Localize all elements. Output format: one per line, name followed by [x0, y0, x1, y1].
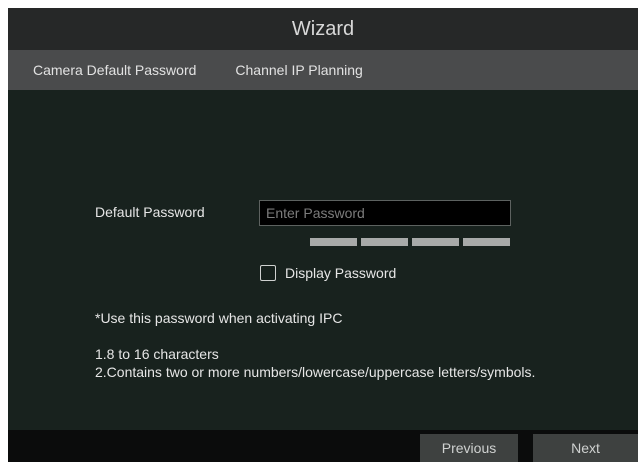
default-password-input[interactable] — [259, 200, 511, 226]
wizard-footer: Previous Next — [8, 430, 638, 462]
password-strength-meter — [310, 238, 510, 246]
display-password-checkbox[interactable] — [260, 265, 276, 281]
previous-button[interactable]: Previous — [420, 434, 518, 462]
step-camera-default-password[interactable]: Camera Default Password — [33, 62, 196, 78]
strength-segment — [412, 238, 459, 246]
default-password-label: Default Password — [95, 204, 205, 220]
activation-note: *Use this password when activating IPC — [95, 310, 343, 326]
next-button[interactable]: Next — [533, 434, 638, 462]
step-channel-ip-planning[interactable]: Channel IP Planning — [235, 62, 362, 78]
password-rule-length: 1.8 to 16 characters — [95, 346, 219, 362]
title-bar: Wizard — [8, 8, 638, 50]
strength-segment — [310, 238, 357, 246]
display-password-label[interactable]: Display Password — [285, 265, 396, 281]
window-title: Wizard — [291, 17, 355, 40]
wizard-content: Default Password Display Password *Use t… — [8, 90, 638, 430]
wizard-steps: Camera Default Password Channel IP Plann… — [8, 50, 638, 90]
strength-segment — [463, 238, 510, 246]
wizard-window: Wizard Camera Default Password Channel I… — [8, 8, 638, 462]
password-rule-complexity: 2.Contains two or more numbers/lowercase… — [95, 364, 536, 380]
strength-segment — [361, 238, 408, 246]
